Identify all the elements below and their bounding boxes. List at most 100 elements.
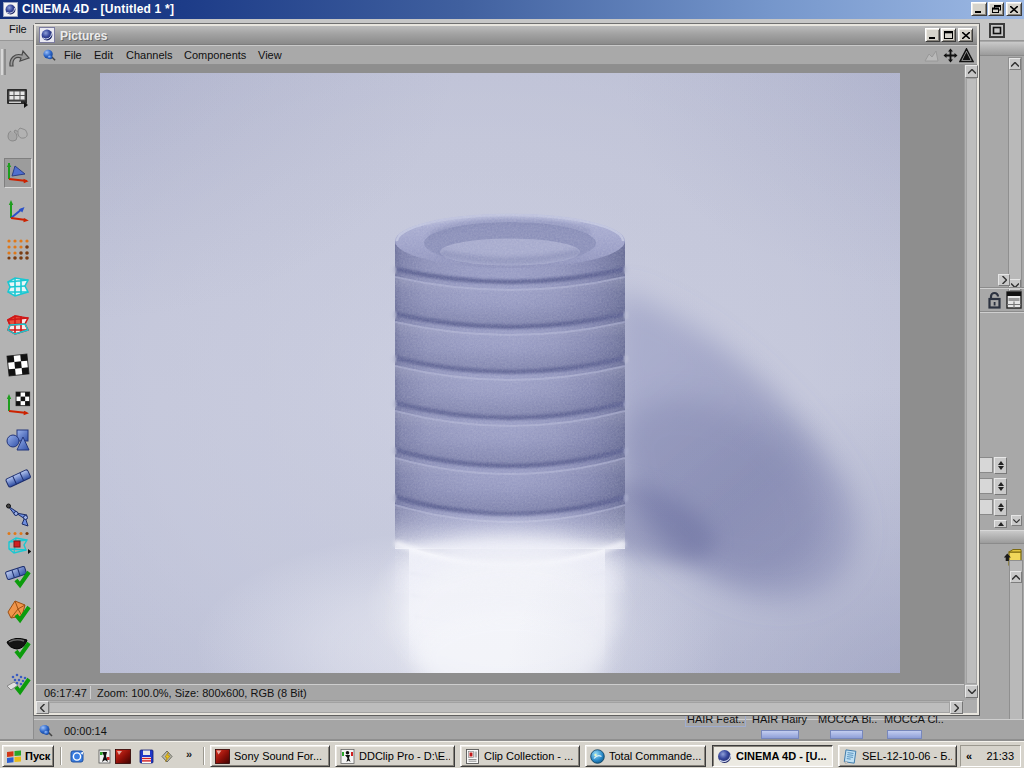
scroll-up-icon[interactable] xyxy=(965,65,978,78)
quick-launch-overflow-chevron[interactable]: » xyxy=(186,748,192,760)
pictures-vertical-scrollbar[interactable] xyxy=(964,65,977,698)
scroll-down-icon[interactable] xyxy=(1011,515,1022,526)
pictures-window-title: Pictures xyxy=(60,29,107,43)
coordinate-field[interactable] xyxy=(979,499,993,515)
object-manager-scrollbar[interactable] xyxy=(1008,57,1022,292)
points-mode-icon[interactable] xyxy=(4,234,32,264)
task-cinema4d[interactable]: CINEMA 4D - [U... xyxy=(712,745,833,767)
spinner-x[interactable] xyxy=(994,457,1007,474)
axis-icon[interactable] xyxy=(4,196,32,226)
pictures-horizontal-scrollbar[interactable] xyxy=(36,700,964,713)
flash-tool-icon[interactable] xyxy=(159,748,175,764)
main-window-titlebar[interactable]: CINEMA 4D - [Untitled 1 *] xyxy=(0,0,1024,19)
model-mode-icon[interactable] xyxy=(4,425,32,455)
scroll-right-icon[interactable] xyxy=(950,701,963,714)
main-close-button[interactable] xyxy=(1006,2,1022,16)
start-button[interactable]: Пуск xyxy=(2,745,54,767)
clip-collection-task-icon xyxy=(465,749,480,764)
coordinate-field[interactable] xyxy=(979,478,993,494)
main-restore-button[interactable] xyxy=(988,2,1004,16)
gamut-warning-icon[interactable] xyxy=(959,48,974,63)
minimize-icon xyxy=(975,6,983,13)
close-icon xyxy=(962,32,970,39)
enable-deformers-icon[interactable] xyxy=(4,561,32,591)
coordinate-field[interactable] xyxy=(979,457,993,473)
taskbar-separator xyxy=(203,747,205,765)
copy-disabled-icon[interactable] xyxy=(4,121,32,151)
pictures-close-button[interactable] xyxy=(958,28,973,42)
task-label: Sony Sound For... xyxy=(234,750,322,762)
pictures-viewport[interactable] xyxy=(36,65,977,684)
pictures-menu-file[interactable]: File xyxy=(64,49,82,61)
soundforge-icon[interactable] xyxy=(115,748,131,764)
material-panel-header xyxy=(979,530,1024,544)
calendar-icon[interactable] xyxy=(1006,291,1022,309)
texture-axis-mode-icon[interactable] xyxy=(4,388,32,418)
polygons-mode-icon[interactable] xyxy=(4,310,32,340)
enable-generators-icon[interactable] xyxy=(4,596,32,626)
task-label: CINEMA 4D - [U... xyxy=(736,750,827,762)
undo-icon[interactable] xyxy=(4,44,32,74)
cinema4d-app-icon[interactable] xyxy=(3,2,18,17)
pan-icon[interactable] xyxy=(943,48,958,63)
pictures-minimize-button[interactable] xyxy=(925,28,940,42)
text-document-task-icon xyxy=(843,749,858,764)
media-app-icon[interactable] xyxy=(96,748,112,764)
snap-settings-icon[interactable] xyxy=(4,528,32,558)
internet-shortcut-icon[interactable] xyxy=(69,748,85,764)
main-menu-file[interactable]: File xyxy=(9,23,27,35)
histogram-disabled-icon[interactable] xyxy=(924,48,939,63)
cinema4d-sphere-icon xyxy=(5,4,16,15)
pictures-menu-view[interactable]: View xyxy=(258,49,282,61)
task-sel-document[interactable]: SEL-12-10-06 - Б... xyxy=(838,745,957,767)
scroll-up-icon[interactable] xyxy=(1010,571,1022,583)
cinema4d-task-icon xyxy=(717,749,732,764)
palette-icon-peek xyxy=(761,730,799,739)
enable-particles-icon[interactable] xyxy=(4,668,32,698)
scrollbar-corner xyxy=(964,700,977,713)
scrollbar-track[interactable] xyxy=(966,78,977,684)
pictures-menu-channels[interactable]: Channels xyxy=(126,49,172,61)
pictures-titlebar[interactable]: Pictures xyxy=(36,26,977,45)
pictures-maximize-button[interactable] xyxy=(941,28,956,42)
edges-mode-icon[interactable] xyxy=(4,272,32,302)
render-clock-label: 06:17:47 xyxy=(44,687,87,699)
spinner-z[interactable] xyxy=(994,499,1007,516)
pictures-menu-edit[interactable]: Edit xyxy=(94,49,113,61)
lock-icon[interactable] xyxy=(987,291,1002,309)
scroll-up-icon[interactable] xyxy=(1009,58,1021,70)
total-commander-task-icon xyxy=(590,749,605,764)
object-axis-mode-icon[interactable] xyxy=(4,463,32,493)
spinner-y[interactable] xyxy=(994,478,1007,495)
render-settings-icon[interactable] xyxy=(4,83,32,113)
right-panel-sliver xyxy=(979,19,1024,741)
save-disk-icon[interactable] xyxy=(138,748,154,764)
coordinates-selected-icon[interactable] xyxy=(4,158,32,188)
enable-surfaces-icon[interactable] xyxy=(4,632,32,662)
scroll-right-icon[interactable] xyxy=(998,274,1010,286)
spinner-partial[interactable] xyxy=(994,520,1007,528)
bones-mode-icon[interactable] xyxy=(4,500,32,530)
taskbar-separator xyxy=(60,747,62,765)
main-minimize-button[interactable] xyxy=(971,2,987,16)
texture-mode-icon[interactable] xyxy=(4,350,32,380)
task-clip-collection[interactable]: Clip Collection - ... xyxy=(460,745,580,767)
zoom-size-label: Zoom: 100.0%, Size: 800x600, RGB (8 Bit) xyxy=(97,687,307,699)
pin-icon[interactable] xyxy=(38,724,54,738)
material-scrollbar[interactable] xyxy=(1009,560,1023,741)
soundforge-task-icon xyxy=(215,749,230,764)
palette-icon-peek xyxy=(887,730,922,739)
scroll-left-icon[interactable] xyxy=(36,701,49,714)
rendered-image xyxy=(100,73,900,673)
pictures-menu-components[interactable]: Components xyxy=(184,49,246,61)
tray-collapse-chevron[interactable]: « xyxy=(966,750,972,762)
right-panel-header xyxy=(979,42,1024,56)
task-total-commander[interactable]: Total Commande... xyxy=(585,745,706,767)
scrollbar-track[interactable] xyxy=(49,702,950,713)
scroll-down-icon[interactable] xyxy=(1009,279,1021,291)
frame-layout-icon[interactable] xyxy=(988,22,1006,39)
task-sony-sound-forge[interactable]: Sony Sound For... xyxy=(210,745,330,767)
scroll-down-icon[interactable] xyxy=(965,685,978,698)
pin-icon[interactable] xyxy=(42,48,57,63)
task-ddclip-pro[interactable]: DDClip Pro - D:\E... xyxy=(335,745,455,767)
